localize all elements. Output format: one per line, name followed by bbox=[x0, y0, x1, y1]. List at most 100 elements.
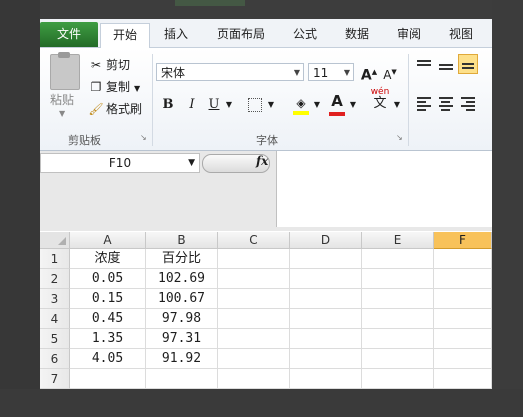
cell-d5[interactable] bbox=[290, 329, 362, 349]
cell-b2[interactable]: 102.69 bbox=[146, 269, 218, 289]
format-painter-button[interactable]: 🖌 格式刷 bbox=[88, 100, 142, 118]
excel-window: 文件 开始 插入 页面布局 公式 数据 审阅 视图 粘贴 ▼ ✂ 剪切 ❐ 复制 ▼ … bbox=[40, 19, 492, 389]
cell-d4[interactable] bbox=[290, 309, 362, 329]
cell-e5[interactable] bbox=[362, 329, 434, 349]
cell-f5[interactable] bbox=[434, 329, 492, 349]
cell-b4[interactable]: 97.98 bbox=[146, 309, 218, 329]
font-launcher-icon[interactable]: ↘ bbox=[396, 134, 404, 142]
tab-view[interactable]: 视图 bbox=[440, 23, 482, 47]
align-right-icon[interactable] bbox=[460, 96, 476, 111]
name-box[interactable]: F10 ▼ bbox=[40, 153, 200, 173]
tab-formulas[interactable]: 公式 bbox=[284, 23, 326, 47]
row-header[interactable]: 1 bbox=[40, 249, 70, 269]
cell-a2[interactable]: 0.05 bbox=[70, 269, 146, 289]
cell-d3[interactable] bbox=[290, 289, 362, 309]
underline-button[interactable]: U bbox=[206, 96, 222, 114]
cell-c6[interactable] bbox=[218, 349, 290, 369]
grow-font-button[interactable]: A▲ bbox=[360, 63, 378, 84]
insert-function-button[interactable]: fx bbox=[256, 154, 268, 168]
row-header[interactable]: 6 bbox=[40, 349, 70, 369]
cell-c5[interactable] bbox=[218, 329, 290, 349]
font-color-button[interactable]: A bbox=[328, 92, 346, 116]
cell-e6[interactable] bbox=[362, 349, 434, 369]
tab-file[interactable]: 文件 bbox=[40, 22, 98, 47]
cell-d1[interactable] bbox=[290, 249, 362, 269]
tab-insert[interactable]: 插入 bbox=[154, 23, 198, 47]
align-top-icon[interactable] bbox=[416, 58, 432, 72]
cell-e2[interactable] bbox=[362, 269, 434, 289]
border-dropdown-icon[interactable]: ▼ bbox=[266, 96, 276, 114]
cell-f2[interactable] bbox=[434, 269, 492, 289]
cell-e3[interactable] bbox=[362, 289, 434, 309]
cell-d7[interactable] bbox=[290, 369, 362, 389]
fill-color-button[interactable]: ◈ bbox=[292, 94, 310, 115]
cell-b7[interactable] bbox=[146, 369, 218, 389]
row-header[interactable]: 4 bbox=[40, 309, 70, 329]
cell-e1[interactable] bbox=[362, 249, 434, 269]
cell-b3[interactable]: 100.67 bbox=[146, 289, 218, 309]
cell-b1[interactable]: 百分比 bbox=[146, 249, 218, 269]
column-header-b[interactable]: B bbox=[146, 232, 218, 249]
cell-c1[interactable] bbox=[218, 249, 290, 269]
cell-c2[interactable] bbox=[218, 269, 290, 289]
cell-d6[interactable] bbox=[290, 349, 362, 369]
cell-f1[interactable] bbox=[434, 249, 492, 269]
align-bottom-icon[interactable] bbox=[458, 54, 478, 74]
cell-d2[interactable] bbox=[290, 269, 362, 289]
cut-button[interactable]: ✂ 剪切 bbox=[88, 56, 130, 74]
clipboard-launcher-icon[interactable]: ↘ bbox=[140, 134, 148, 142]
tab-page-layout[interactable]: 页面布局 bbox=[208, 23, 274, 47]
font-family-select[interactable]: 宋体 ▼ bbox=[156, 63, 304, 81]
row-header[interactable]: 2 bbox=[40, 269, 70, 289]
column-header-e[interactable]: E bbox=[362, 232, 434, 249]
tab-home[interactable]: 开始 bbox=[100, 23, 150, 49]
row-header[interactable]: 7 bbox=[40, 369, 70, 389]
paste-button-label[interactable]: 粘贴 bbox=[50, 91, 74, 108]
border-button[interactable] bbox=[246, 96, 264, 114]
cell-a6[interactable]: 4.05 bbox=[70, 349, 146, 369]
cell-e4[interactable] bbox=[362, 309, 434, 329]
select-all-button[interactable] bbox=[40, 232, 70, 249]
font-size-select[interactable]: 11 ▼ bbox=[308, 63, 354, 81]
copy-button[interactable]: ❐ 复制 ▼ bbox=[88, 78, 141, 96]
cell-b6[interactable]: 91.92 bbox=[146, 349, 218, 369]
cell-f7[interactable] bbox=[434, 369, 492, 389]
align-left-icon[interactable] bbox=[416, 96, 432, 111]
cell-c4[interactable] bbox=[218, 309, 290, 329]
cell-a1[interactable]: 浓度 bbox=[70, 249, 146, 269]
align-center-icon[interactable] bbox=[438, 96, 454, 111]
cell-a4[interactable]: 0.45 bbox=[70, 309, 146, 329]
copy-dropdown-icon: ▼ bbox=[134, 84, 141, 93]
shrink-font-button[interactable]: A▼ bbox=[382, 63, 398, 82]
column-header-f[interactable]: F bbox=[434, 232, 492, 249]
cell-a7[interactable] bbox=[70, 369, 146, 389]
font-color-dropdown-icon[interactable]: ▼ bbox=[348, 96, 358, 114]
column-header-c[interactable]: C bbox=[218, 232, 290, 249]
tab-review[interactable]: 审阅 bbox=[388, 23, 430, 47]
bold-button[interactable]: B bbox=[160, 96, 176, 114]
cell-e7[interactable] bbox=[362, 369, 434, 389]
row-header[interactable]: 3 bbox=[40, 289, 70, 309]
phonetic-dropdown-icon[interactable]: ▼ bbox=[392, 96, 402, 114]
font-color-swatch bbox=[329, 112, 345, 116]
row-header[interactable]: 5 bbox=[40, 329, 70, 349]
underline-dropdown-icon[interactable]: ▼ bbox=[224, 96, 234, 114]
italic-button[interactable]: I bbox=[184, 96, 200, 114]
cell-c7[interactable] bbox=[218, 369, 290, 389]
column-header-a[interactable]: A bbox=[70, 232, 146, 249]
phonetic-button[interactable]: wén 文 bbox=[368, 86, 392, 112]
cell-a3[interactable]: 0.15 bbox=[70, 289, 146, 309]
cell-c3[interactable] bbox=[218, 289, 290, 309]
cell-f6[interactable] bbox=[434, 349, 492, 369]
cell-f3[interactable] bbox=[434, 289, 492, 309]
formula-input[interactable] bbox=[276, 151, 492, 227]
cell-f4[interactable] bbox=[434, 309, 492, 329]
paste-icon[interactable] bbox=[50, 52, 80, 90]
align-middle-icon[interactable] bbox=[438, 60, 454, 74]
cell-b5[interactable]: 97.31 bbox=[146, 329, 218, 349]
fill-color-dropdown-icon[interactable]: ▼ bbox=[312, 96, 322, 114]
tab-data[interactable]: 数据 bbox=[336, 23, 378, 47]
cell-a5[interactable]: 1.35 bbox=[70, 329, 146, 349]
column-header-d[interactable]: D bbox=[290, 232, 362, 249]
paste-dropdown-icon[interactable]: ▼ bbox=[59, 109, 65, 118]
